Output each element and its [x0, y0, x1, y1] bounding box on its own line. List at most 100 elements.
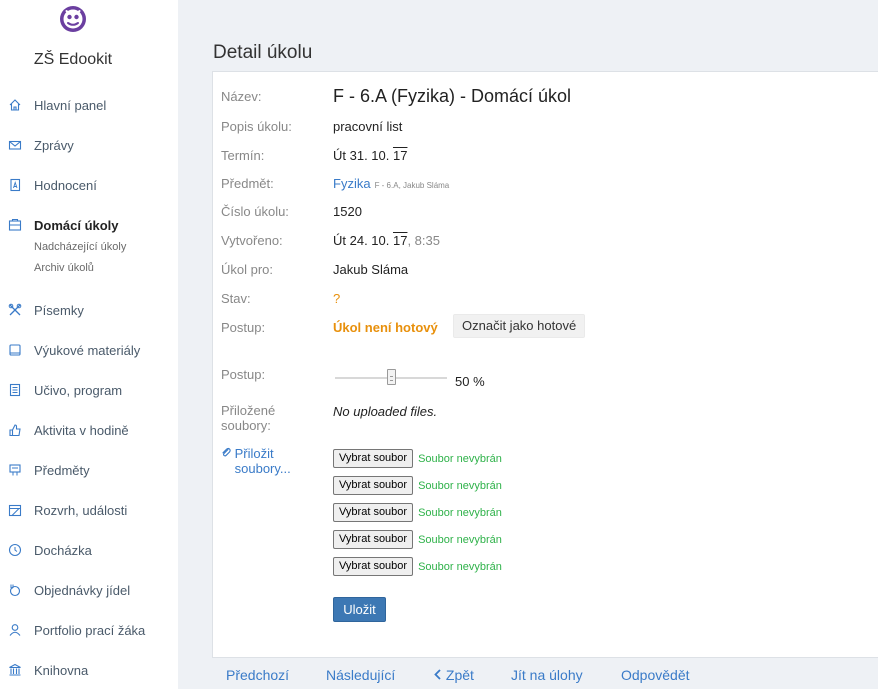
tools-icon — [8, 303, 22, 317]
deadline-date: Út 31. 10. — [333, 148, 393, 163]
previous-link[interactable]: Předchozí — [226, 667, 289, 683]
progress-percent: 50 % — [455, 374, 485, 389]
task-created: Út 24. 10. 17, 8:35 — [333, 233, 440, 248]
file-upload-row: Vybrat soubor Soubor nevybrán — [333, 503, 502, 522]
choose-file-button[interactable]: Vybrat soubor — [333, 449, 414, 468]
task-description: pracovní list — [333, 119, 403, 134]
nav-item-homework[interactable]: Domácí úkoly — [0, 215, 178, 235]
grade-document-icon — [8, 178, 22, 192]
created-label: Vytvořeno: — [221, 233, 283, 248]
person-icon — [8, 623, 22, 637]
nav-item-schedule[interactable]: Rozvrh, události — [0, 500, 178, 520]
nav-item-library[interactable]: Knihovna — [0, 660, 178, 680]
nav-label: Portfolio prací žáka — [34, 622, 146, 638]
nav-item-activity[interactable]: Aktivita v hodině — [0, 420, 178, 440]
attach-files-link[interactable]: Přiložit soubory... — [221, 446, 305, 476]
subject-label: Předmět: — [221, 176, 274, 191]
nav-label: Rozvrh, události — [34, 502, 128, 518]
file-status: Soubor nevybrán — [418, 479, 502, 492]
progress-slider-label: Postup: — [221, 367, 266, 382]
progress-status: Úkol není hotový — [333, 320, 438, 335]
nav-item-tests[interactable]: Písemky — [0, 300, 178, 320]
sidebar: ZŠ Edookit Hlavní panel Zprávy Hodnocení… — [0, 0, 178, 689]
nav-label: Docházka — [34, 542, 92, 558]
deadline-year: 17 — [392, 148, 408, 163]
file-upload-row: Vybrat soubor Soubor nevybrán — [333, 449, 502, 468]
clock-icon — [8, 543, 22, 557]
task-name: F - 6.A (Fyzika) - Domácí úkol — [333, 86, 572, 106]
description-label: Popis úkolu: — [221, 119, 292, 134]
thumbs-up-icon — [8, 423, 22, 437]
nav-item-materials[interactable]: Výukové materiály — [0, 340, 178, 360]
state-label: Stav: — [221, 291, 251, 306]
assignee-label: Úkol pro: — [221, 262, 274, 277]
nav-label: Hlavní panel — [34, 97, 107, 113]
save-button[interactable]: Uložit — [333, 597, 386, 622]
nav-label: Aktivita v hodině — [34, 422, 129, 438]
nav-label: Učivo, program — [34, 382, 123, 398]
number-label: Číslo úkolu: — [221, 204, 289, 219]
nav-item-messages[interactable]: Zprávy — [0, 135, 178, 155]
reply-link[interactable]: Odpovědět — [621, 667, 690, 683]
file-status: Soubor nevybrán — [418, 506, 502, 519]
subject-link[interactable]: Fyzika — [333, 176, 371, 191]
created-time: , 8:35 — [407, 233, 440, 248]
nav-item-home[interactable]: Hlavní panel — [0, 95, 178, 115]
list-document-icon — [8, 383, 22, 397]
nav-item-grades[interactable]: Hodnocení — [0, 175, 178, 195]
go-to-tasks-link[interactable]: Jít na úlohy — [511, 667, 583, 683]
library-icon — [8, 663, 22, 677]
task-detail-card — [212, 71, 878, 658]
task-assignee: Jakub Sláma — [333, 262, 409, 277]
sub-item-upcoming[interactable]: Nadcházející úkoly — [34, 241, 126, 253]
progress-slider-handle[interactable] — [386, 369, 396, 385]
choose-file-button[interactable]: Vybrat soubor — [333, 557, 414, 576]
back-label: Zpět — [445, 667, 474, 683]
nav-label: Objednávky jídel — [34, 582, 131, 598]
task-number: 1520 — [333, 204, 362, 219]
meal-icon — [8, 583, 22, 597]
sub-item-archive[interactable]: Archiv úkolů — [34, 262, 94, 274]
paperclip-icon — [221, 446, 231, 461]
choose-file-button[interactable]: Vybrat soubor — [333, 530, 414, 549]
calendar-icon — [8, 503, 22, 517]
nav-item-curriculum[interactable]: Učivo, program — [0, 380, 178, 400]
task-subject: Fyzika F - 6.A, Jakub Sláma — [333, 176, 449, 191]
attach-files-label: Přiložit soubory... — [234, 446, 291, 476]
chevron-left-icon — [433, 667, 442, 683]
file-status: Soubor nevybrán — [418, 560, 502, 573]
created-date: Út 24. 10. — [333, 233, 393, 248]
deadline-label: Termín: — [221, 148, 265, 163]
file-upload-row: Vybrat soubor Soubor nevybrán — [333, 530, 502, 549]
file-status: Soubor nevybrán — [418, 452, 502, 465]
task-state: ? — [333, 291, 341, 306]
nav-label: Zprávy — [34, 137, 74, 153]
choose-file-button[interactable]: Vybrat soubor — [333, 503, 414, 522]
subject-detail: F - 6.A, Jakub Sláma — [374, 181, 450, 190]
home-icon — [8, 98, 22, 112]
school-name[interactable]: ZŠ Edookit — [0, 51, 146, 69]
owl-logo-icon[interactable] — [58, 4, 88, 34]
nav-item-subjects[interactable]: Předměty — [0, 460, 178, 480]
nav-item-portfolio[interactable]: Portfolio prací žáka — [0, 620, 178, 640]
task-deadline: Út 31. 10. 17 — [333, 148, 407, 163]
nav-label: Výukové materiály — [34, 342, 141, 358]
mark-done-button[interactable]: Označit jako hotové — [453, 314, 586, 338]
nav-label: Domácí úkoly — [34, 217, 119, 233]
attached-files-value: No uploaded files. — [333, 404, 438, 419]
back-link[interactable]: Zpět — [433, 667, 474, 683]
attached-files-label: Přiložené soubory: — [221, 403, 276, 433]
created-year: 17 — [392, 233, 408, 248]
homework-icon — [8, 218, 22, 232]
file-status: Soubor nevybrán — [418, 533, 502, 546]
file-upload-row: Vybrat soubor Soubor nevybrán — [333, 476, 502, 495]
page-title: Detail úkolu — [213, 42, 313, 63]
nav-label: Předměty — [34, 462, 90, 478]
nav-item-attendance[interactable]: Docházka — [0, 540, 178, 560]
file-upload-row: Vybrat soubor Soubor nevybrán — [333, 557, 502, 576]
name-label: Název: — [221, 89, 262, 104]
nav-item-meals[interactable]: Objednávky jídel — [0, 580, 178, 600]
choose-file-button[interactable]: Vybrat soubor — [333, 476, 414, 495]
nav-label: Hodnocení — [34, 177, 97, 193]
next-link[interactable]: Následující — [326, 667, 395, 683]
